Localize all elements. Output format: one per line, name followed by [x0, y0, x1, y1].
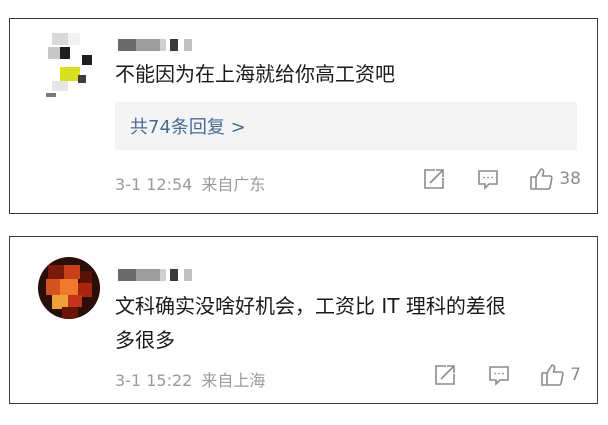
like-count: 38	[559, 169, 581, 189]
like-count: 7	[570, 365, 581, 385]
thumbs-up-icon	[528, 166, 554, 192]
share-button[interactable]	[422, 167, 446, 191]
comment-meta: 3-1 15:22 来自上海	[115, 367, 265, 391]
comment-card: 不能因为在上海就给你高工资吧 共74条回复 > 3-1 12:54 来自广东 3…	[9, 18, 598, 214]
comment-meta: 3-1 12:54 来自广东	[115, 171, 265, 195]
like-button[interactable]: 38	[528, 166, 581, 192]
comment-icon	[476, 167, 500, 191]
timestamp: 3-1 12:54	[115, 175, 193, 194]
comment-actions: 38	[422, 166, 581, 192]
comment-button[interactable]	[487, 363, 511, 387]
location: 来自上海	[201, 371, 266, 390]
comment-button[interactable]	[476, 167, 500, 191]
view-replies-link[interactable]: 共74条回复 >	[115, 102, 577, 150]
comment-text: 文科确实没啥好机会，工资比 IT 理科的差很 多很多	[115, 294, 506, 352]
replies-count-label: 共74条回复 >	[130, 117, 246, 138]
like-button[interactable]: 7	[539, 362, 581, 388]
thumbs-up-icon	[539, 362, 565, 388]
comment-actions: 7	[433, 362, 581, 388]
share-icon	[433, 363, 457, 387]
username[interactable]	[118, 39, 198, 51]
share-button[interactable]	[433, 363, 457, 387]
avatar[interactable]	[38, 257, 100, 319]
comment-icon	[487, 363, 511, 387]
comment-text: 不能因为在上海就给你高工资吧	[115, 62, 395, 86]
avatar[interactable]	[38, 27, 96, 97]
comment-card: 文科确实没啥好机会，工资比 IT 理科的差很 多很多 3-1 15:22 来自上…	[9, 236, 598, 404]
share-icon	[422, 167, 446, 191]
timestamp: 3-1 15:22	[115, 371, 193, 390]
username[interactable]	[118, 269, 198, 281]
location: 来自广东	[201, 175, 266, 194]
